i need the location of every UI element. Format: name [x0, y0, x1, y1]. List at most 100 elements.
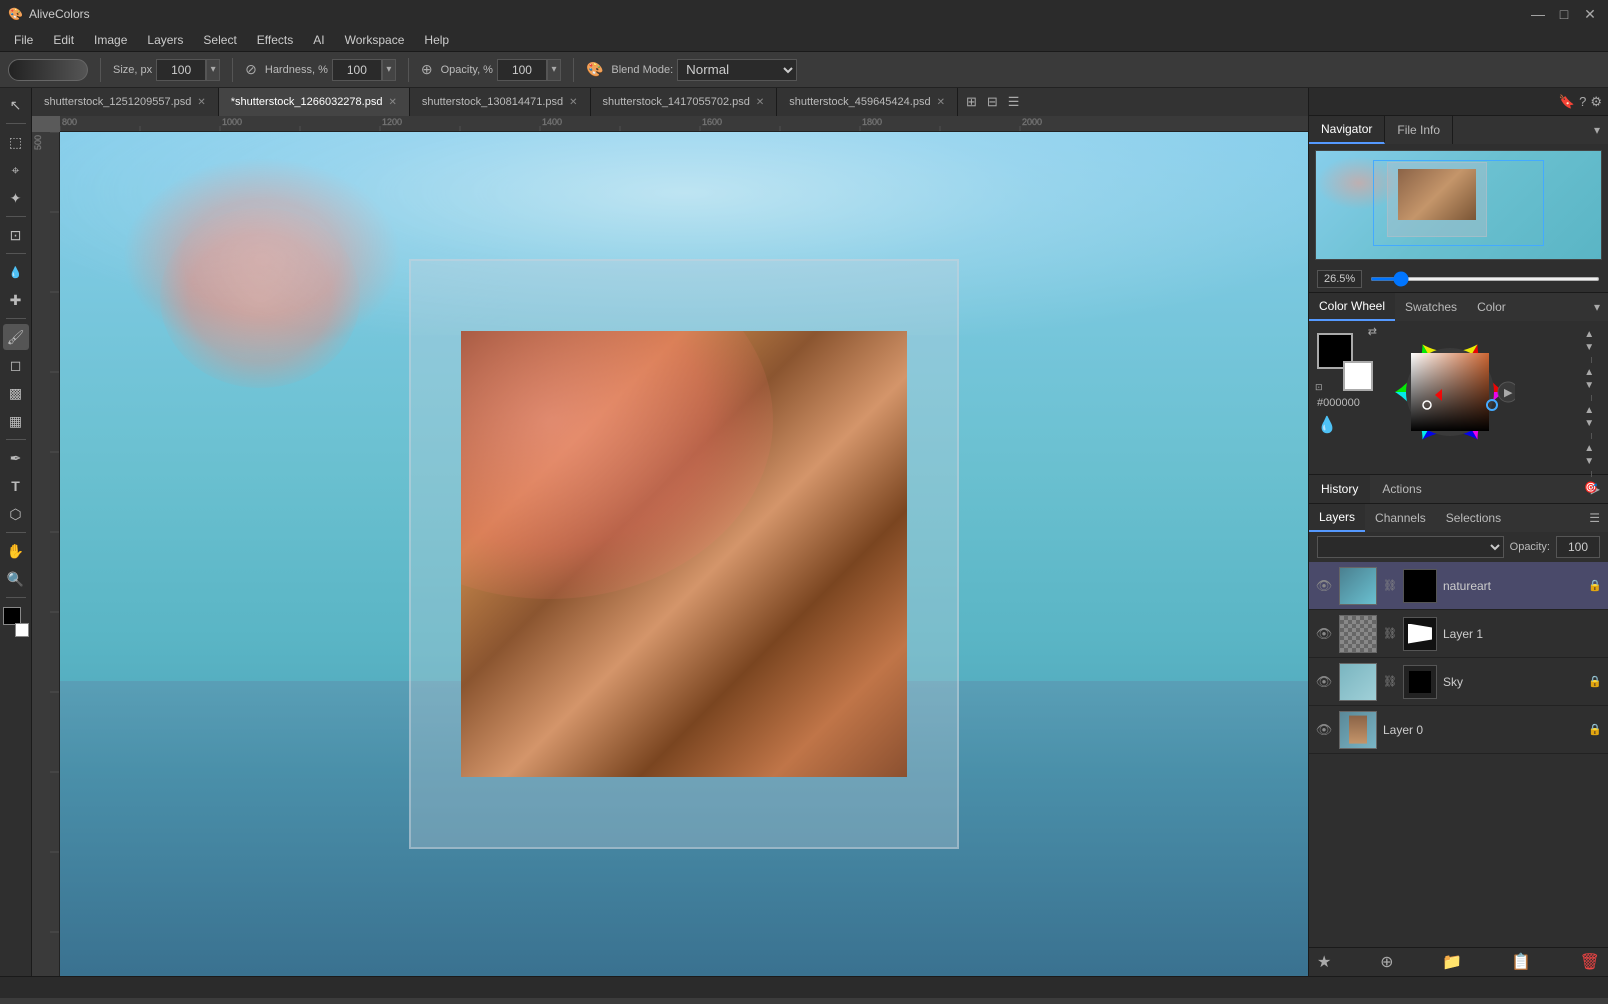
pen-tool[interactable]: ✒: [3, 445, 29, 471]
opacity-value[interactable]: 100: [497, 59, 547, 81]
layer-chain-layer1[interactable]: ⛓: [1383, 627, 1397, 640]
swap-colors-btn[interactable]: ⇄: [1368, 325, 1377, 338]
layer-row-natureart[interactable]: 👁 ⛓ natureart 🔒: [1309, 562, 1608, 610]
crop-tool[interactable]: ⊡: [3, 222, 29, 248]
menu-layers[interactable]: Layers: [137, 31, 193, 49]
hardness-value[interactable]: 100: [332, 59, 382, 81]
tab-history[interactable]: History: [1309, 475, 1370, 503]
opacity-arrow[interactable]: ▾: [547, 59, 561, 81]
size-spinner[interactable]: 100 ▾: [156, 59, 220, 81]
eyedropper-btn[interactable]: 💧: [1317, 415, 1377, 435]
brush-preview[interactable]: [8, 59, 88, 81]
tab-swatches[interactable]: Swatches: [1395, 293, 1467, 321]
canvas-content[interactable]: [60, 132, 1308, 976]
zoom-tool[interactable]: 🔍: [3, 566, 29, 592]
opacity-value[interactable]: 100: [1556, 536, 1600, 558]
size-value[interactable]: 100: [156, 59, 206, 81]
shape-tool[interactable]: ⬡: [3, 501, 29, 527]
color-target-btn[interactable]: 🎯: [1584, 481, 1598, 494]
canvas-tab-1[interactable]: shutterstock_1251209557.psd ✕: [32, 88, 219, 116]
zoom-slider[interactable]: [1370, 277, 1600, 281]
panel-icon-settings[interactable]: ⚙: [1590, 94, 1602, 110]
layer-row-layer1[interactable]: 👁 ⛓ Layer 1: [1309, 610, 1608, 658]
color-adj-down4[interactable]: ▼: [1584, 456, 1598, 467]
layer-lock-sky[interactable]: 🔒: [1588, 675, 1602, 688]
color-adj-up1[interactable]: ▲: [1584, 329, 1598, 340]
tab-navigator[interactable]: Navigator: [1309, 116, 1385, 144]
layer-eye-natureart[interactable]: 👁: [1315, 578, 1333, 594]
layer-eye-layer0[interactable]: 👁: [1315, 722, 1333, 738]
menu-help[interactable]: Help: [414, 31, 459, 49]
layer-row-layer0[interactable]: 👁 Layer 0 🔒: [1309, 706, 1608, 754]
layer-eye-sky[interactable]: 👁: [1315, 674, 1333, 690]
layer-lock-layer0[interactable]: 🔒: [1588, 723, 1602, 736]
maximize-button[interactable]: □: [1554, 6, 1574, 23]
heal-tool[interactable]: ✚: [3, 287, 29, 313]
tab-channels[interactable]: Channels: [1365, 504, 1436, 532]
fg-bg-selector[interactable]: [3, 607, 29, 637]
tab-list-btn[interactable]: ⊞: [962, 94, 981, 110]
tab-menu-btn[interactable]: ☰: [1004, 94, 1024, 110]
color-replace-icon[interactable]: 🎨: [586, 61, 603, 78]
canvas-tab-5-close[interactable]: ✕: [937, 97, 945, 108]
color-adj-down3[interactable]: ▼: [1584, 418, 1598, 429]
color-tab-expand[interactable]: ▾: [1586, 300, 1608, 314]
layers-blend-select[interactable]: Normal: [1317, 536, 1504, 558]
brush-tool[interactable]: 🖌: [3, 324, 29, 350]
layer-chain-sky[interactable]: ⛓: [1383, 675, 1397, 688]
magic-wand-tool[interactable]: ✦: [3, 185, 29, 211]
close-button[interactable]: ✕: [1580, 6, 1600, 23]
blend-mode-select[interactable]: Normal Multiply Screen Overlay: [677, 59, 797, 81]
layers-footer-add-group[interactable]: ⊕: [1380, 952, 1393, 972]
navigator-expand[interactable]: ▾: [1586, 123, 1608, 137]
tab-color-wheel[interactable]: Color Wheel: [1309, 293, 1395, 321]
menu-select[interactable]: Select: [193, 31, 246, 49]
lasso-tool[interactable]: ⌖: [3, 157, 29, 183]
bg-color-swatch[interactable]: [15, 623, 29, 637]
tab-layers[interactable]: Layers: [1309, 504, 1365, 532]
brush-options-icon[interactable]: ⊕: [421, 61, 433, 78]
color-adj-down2[interactable]: ▼: [1584, 380, 1598, 391]
menu-ai[interactable]: AI: [303, 31, 334, 49]
hardness-spinner[interactable]: 100 ▾: [332, 59, 396, 81]
layer-chain-natureart[interactable]: ⛓: [1383, 579, 1397, 592]
color-adj-down1[interactable]: ▼: [1584, 342, 1598, 353]
canvas-tab-4-close[interactable]: ✕: [756, 97, 764, 108]
default-colors-btn[interactable]: ⊡: [1315, 382, 1323, 393]
menu-image[interactable]: Image: [84, 31, 137, 49]
menu-edit[interactable]: Edit: [43, 31, 84, 49]
canvas-tab-3-close[interactable]: ✕: [569, 97, 577, 108]
tab-color[interactable]: Color: [1467, 293, 1516, 321]
text-tool[interactable]: T: [3, 473, 29, 499]
move-tool[interactable]: ↖: [3, 92, 29, 118]
color-wheel-svg[interactable]: ▶: [1385, 327, 1515, 457]
brush-shape-icon[interactable]: ⊘: [245, 61, 257, 78]
layers-footer-add-folder[interactable]: 📁: [1442, 952, 1462, 972]
color-adj-up3[interactable]: ▲: [1584, 405, 1598, 416]
layer-lock-natureart[interactable]: 🔒: [1588, 579, 1602, 592]
panel-icon-bookmark[interactable]: 🔖: [1559, 94, 1575, 110]
layers-footer-duplicate[interactable]: 📋: [1511, 952, 1531, 972]
menu-file[interactable]: File: [4, 31, 43, 49]
eyedropper-tool[interactable]: 💧: [3, 259, 29, 285]
select-rect-tool[interactable]: ⬚: [3, 129, 29, 155]
layers-footer-delete[interactable]: 🗑: [1580, 952, 1600, 972]
layers-footer-star[interactable]: ★: [1317, 952, 1331, 972]
hardness-arrow[interactable]: ▾: [382, 59, 396, 81]
canvas-tab-4[interactable]: shutterstock_1417055702.psd ✕: [591, 88, 778, 116]
canvas-tab-2[interactable]: *shutterstock_1266032278.psd ✕: [219, 88, 410, 116]
layer-eye-layer1[interactable]: 👁: [1315, 626, 1333, 642]
eraser-tool[interactable]: ◻: [3, 352, 29, 378]
canvas-area[interactable]: 800 1000 1200 1400 1600: [32, 116, 1308, 976]
background-color[interactable]: [1343, 361, 1373, 391]
opacity-spinner[interactable]: 100 ▾: [497, 59, 561, 81]
size-arrow[interactable]: ▾: [206, 59, 220, 81]
minimize-button[interactable]: —: [1528, 6, 1548, 23]
color-adj-up4[interactable]: ▲: [1584, 443, 1598, 454]
canvas-tab-1-close[interactable]: ✕: [197, 97, 205, 108]
layer-row-sky[interactable]: 👁 ⛓ Sky 🔒: [1309, 658, 1608, 706]
tab-arrange-btn[interactable]: ⊟: [983, 94, 1002, 110]
window-controls[interactable]: — □ ✕: [1528, 6, 1600, 23]
panel-icon-help[interactable]: ?: [1579, 94, 1586, 109]
gradient-tool[interactable]: ▦: [3, 408, 29, 434]
